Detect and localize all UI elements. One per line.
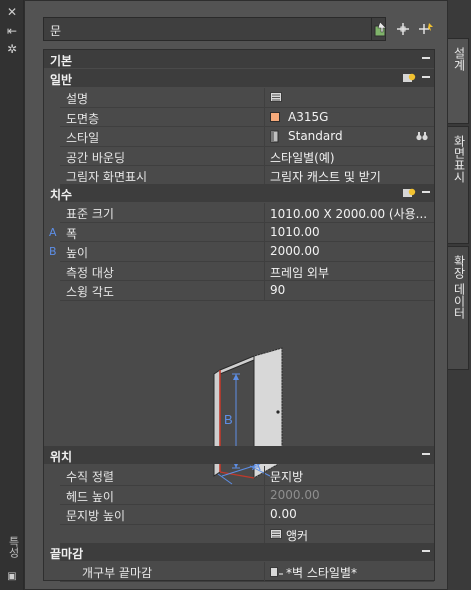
category-general[interactable]: 일반 — [50, 69, 434, 87]
tab-extended-data[interactable]: 확장 데이터 — [448, 246, 469, 370]
tab-label: 확장 데이터 — [452, 255, 466, 319]
anchor-icon — [270, 528, 282, 539]
height-dimension-label: B — [224, 412, 233, 427]
prop-row-opening-finish[interactable]: 개구부 끝마감 *벽 스타일별* — [60, 562, 434, 582]
close-icon[interactable]: ✕ — [4, 5, 20, 19]
tab-label: 설계 — [452, 47, 466, 71]
prop-value: *벽 스타일별* — [286, 566, 358, 580]
prop-value: 1010.00 X 2000.00 (사용... — [270, 207, 428, 221]
prop-key: 스타일 — [66, 131, 100, 145]
prop-row-width[interactable]: A 폭 1010.00 — [49, 222, 434, 242]
category-location[interactable]: 위치 — [44, 446, 434, 464]
properties-palette: 문 ▼ 기본 일반 — [24, 0, 448, 590]
bulb-icon[interactable] — [402, 187, 416, 199]
prop-key: 수직 정렬 — [66, 470, 114, 484]
category-label: 치수 — [50, 188, 73, 202]
palette-title-strip: ✕ ⇤ ✲ ▣ 특성 — [0, 0, 24, 590]
category-basic[interactable]: 기본 — [44, 50, 434, 68]
prop-row-threshold-height[interactable]: 문지방 높이 0.00 — [60, 505, 434, 525]
prop-key: 스윙 각도 — [66, 285, 114, 299]
collapse-icon[interactable] — [422, 191, 430, 193]
prop-value: 1010.00 — [270, 224, 320, 239]
palette-tabs: 설계 화면표시 확장 데이터 — [448, 0, 471, 590]
prop-row-description[interactable]: 설명 — [60, 88, 434, 108]
prop-key: 설명 — [66, 92, 89, 106]
prop-row-layer[interactable]: 도면층 A315G — [60, 107, 434, 127]
autohide-icon[interactable]: ⇤ — [4, 24, 20, 38]
finish-icon — [270, 567, 283, 577]
select-objects-icon — [374, 21, 387, 37]
prop-key: 측정 대상 — [66, 265, 114, 280]
prop-key: 폭 — [66, 226, 78, 241]
layer-color-swatch — [270, 111, 280, 122]
prop-row-standard-size[interactable]: 표준 크기 1010.00 X 2000.00 (사용... — [60, 203, 434, 223]
tab-label: 화면표시 — [452, 135, 466, 183]
prop-value: Standard — [288, 129, 343, 143]
property-grid: 기본 일반 설명 도면층 A315G 스타일 Standard 공간 바운딩 스… — [43, 49, 435, 582]
prop-key: 공간 바운딩 — [66, 150, 126, 165]
category-dimensions[interactable]: 치수 — [50, 184, 434, 202]
prop-key: 헤드 높이 — [66, 489, 114, 504]
category-label: 기본 — [50, 54, 73, 68]
prop-key: 높이 — [66, 246, 89, 260]
prop-key: 그림자 화면표시 — [66, 170, 148, 184]
crosshair-plus-icon — [397, 23, 409, 35]
palette-options-icon[interactable]: ▣ — [4, 570, 20, 584]
prop-key: 표준 크기 — [66, 207, 114, 221]
prop-row-space-bounding[interactable]: 공간 바운딩 스타일별(예) — [60, 146, 434, 166]
binoculars-icon[interactable] — [416, 131, 428, 141]
collapse-icon[interactable] — [422, 453, 430, 455]
prop-value: 앵커 — [286, 528, 309, 543]
description-icon[interactable] — [270, 92, 282, 102]
selection-dropdown[interactable]: 문 ▼ — [43, 17, 386, 41]
prop-key: 개구부 끝마감 — [82, 566, 153, 580]
prop-value: 90 — [270, 283, 286, 297]
prop-value: A315G — [288, 109, 329, 124]
quick-select-icon — [419, 23, 433, 34]
collapse-icon[interactable] — [422, 550, 430, 552]
prop-key: 도면층 — [66, 111, 100, 126]
category-label: 끝마감 — [50, 547, 84, 561]
selection-value: 문 — [50, 24, 62, 38]
prop-row-vertical-alignment[interactable]: 수직 정렬 문지방 — [60, 466, 434, 486]
prop-row-anchor[interactable]: 앵커 — [60, 524, 434, 544]
palette-title: 특성 — [7, 536, 20, 558]
prop-row-shadow-display[interactable]: 그림자 화면표시 그림자 캐스트 및 받기 — [60, 166, 434, 186]
prop-value: 문지방 — [270, 470, 304, 484]
prop-row-height[interactable]: B 높이 2000.00 — [49, 242, 434, 262]
prop-value: 그림자 캐스트 및 받기 — [270, 170, 381, 184]
dimension-letter: B — [49, 245, 57, 258]
collapse-icon[interactable] — [422, 76, 430, 78]
prop-row-head-height[interactable]: 헤드 높이 2000.00 — [60, 485, 434, 505]
dimension-letter: A — [49, 225, 57, 239]
prop-value: 2000.00 — [270, 244, 320, 258]
prop-value: 0.00 — [270, 507, 297, 521]
collapse-icon[interactable] — [422, 57, 430, 59]
select-objects-button[interactable] — [371, 19, 391, 39]
prop-value: 2000.00 — [270, 487, 320, 502]
tab-design[interactable]: 설계 — [448, 38, 469, 124]
bulb-icon[interactable] — [402, 72, 416, 84]
settings-icon[interactable]: ✲ — [4, 42, 20, 56]
prop-value: 스타일별(예) — [270, 150, 335, 165]
door-style-icon — [270, 130, 279, 143]
add-button[interactable] — [393, 19, 413, 39]
category-label: 위치 — [50, 450, 73, 464]
prop-row-style[interactable]: 스타일 Standard — [60, 127, 434, 147]
prop-value: 프레임 외부 — [270, 265, 330, 280]
prop-key: 문지방 높이 — [66, 509, 126, 523]
category-finish[interactable]: 끝마감 — [50, 543, 434, 561]
quick-select-button[interactable] — [416, 19, 436, 39]
prop-row-measure-to[interactable]: 측정 대상 프레임 외부 — [60, 261, 434, 281]
prop-row-swing-angle[interactable]: 스윙 각도 90 — [60, 281, 434, 301]
tab-display[interactable]: 화면표시 — [448, 126, 469, 244]
category-label: 일반 — [50, 73, 73, 87]
